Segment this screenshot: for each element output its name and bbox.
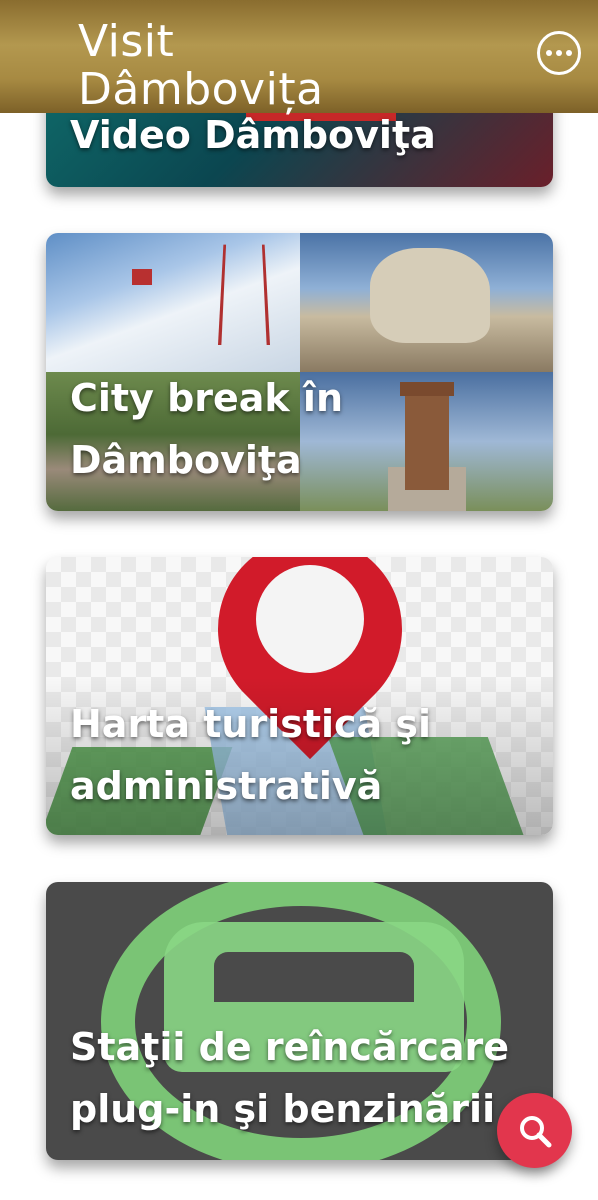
more-menu-button[interactable] [537, 31, 581, 75]
card-city-break-label: City break în Dâmboviţa [70, 367, 343, 491]
rock-graphic [370, 248, 490, 343]
card-charging-stations[interactable]: Staţii de reîncărcare plug-in şi benzină… [46, 882, 553, 1160]
photo-cable-car [46, 233, 300, 372]
map-pin-hole [256, 565, 364, 673]
tower-graphic [405, 390, 449, 490]
app-title-line-1: Visit [78, 16, 175, 67]
card-charging-stations-label: Staţii de reîncărcare plug-in şi benzină… [70, 1016, 509, 1140]
card-city-break-label-line-2: Dâmboviţa [70, 438, 302, 482]
pylon-graphic [217, 244, 271, 346]
card-tourist-map-label-line-1: Harta turistică şi [70, 702, 432, 746]
app-header: Visit Dâmbovița [0, 0, 598, 114]
more-horizontal-icon-dot [566, 50, 572, 56]
search-icon [519, 1115, 551, 1147]
more-horizontal-icon [546, 50, 552, 56]
app-title-line-2: Dâmbovița [78, 64, 324, 115]
card-city-break[interactable]: City break în Dâmboviţa [46, 233, 553, 511]
more-horizontal-icon-dot [556, 50, 562, 56]
card-tourist-map-label-line-2: administrativă [70, 764, 383, 808]
car-window-graphic [214, 952, 414, 1002]
tower-top-graphic [400, 382, 454, 396]
photo-sphinx-rock [300, 233, 553, 372]
search-fab-button[interactable] [497, 1093, 572, 1168]
card-charging-stations-label-line-1: Staţii de reîncărcare [70, 1025, 510, 1069]
card-tourist-map-label: Harta turistică şi administrativă [70, 693, 431, 817]
app-title: Visit Dâmbovița [78, 18, 324, 114]
cable-car-graphic [132, 269, 152, 285]
card-tourist-map[interactable]: Harta turistică şi administrativă [46, 557, 553, 835]
card-city-break-label-line-1: City break în [70, 376, 344, 420]
card-charging-stations-label-line-2: plug-in şi benzinării [70, 1087, 496, 1131]
